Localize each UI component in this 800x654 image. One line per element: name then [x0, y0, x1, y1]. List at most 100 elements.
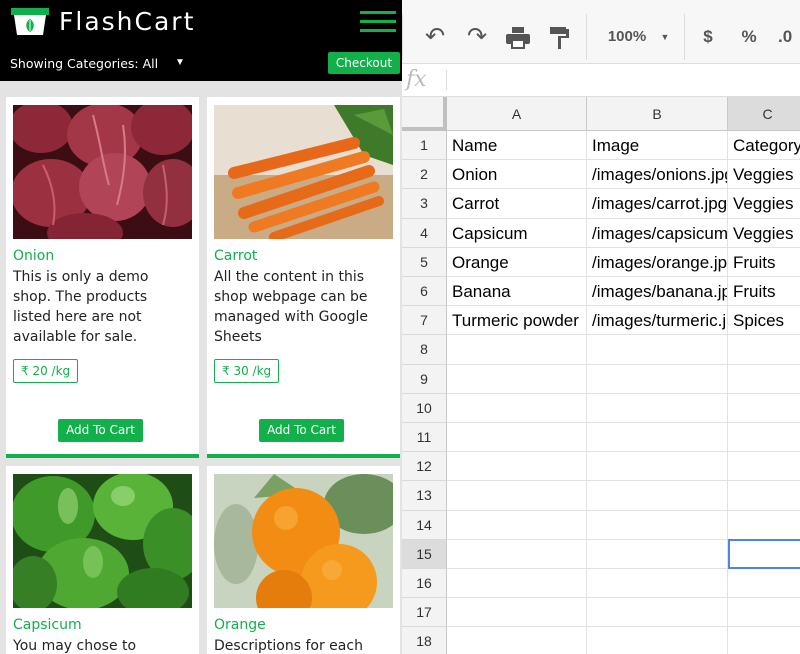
cell-b7[interactable]: /images/turmeric.jpg	[587, 306, 728, 336]
cell-a5[interactable]: Orange	[447, 247, 587, 277]
cell-c4[interactable]: Veggies	[728, 219, 800, 248]
row-header-2[interactable]: 2	[402, 160, 447, 190]
column-header-c[interactable]: C	[728, 97, 800, 131]
cell-b13[interactable]	[587, 481, 728, 511]
dropdown-caret-icon[interactable]: ▼	[175, 57, 185, 69]
row-header-7[interactable]: 7	[402, 306, 447, 336]
print-icon[interactable]	[506, 27, 530, 49]
paint-format-icon[interactable]	[550, 27, 570, 49]
cell-c8[interactable]	[728, 335, 800, 365]
add-to-cart-button[interactable]: Add To Cart	[259, 419, 344, 442]
cell-a13[interactable]	[447, 481, 587, 511]
product-description: This is only a demo shop. The products l…	[13, 269, 149, 345]
row-header-5[interactable]: 5	[402, 247, 447, 277]
cell-a7[interactable]: Turmeric powder	[447, 306, 587, 336]
decimal-format-button[interactable]: .0	[778, 22, 800, 52]
column-header-b[interactable]: B	[587, 97, 728, 131]
cell-a15[interactable]	[447, 539, 587, 569]
row-header-15[interactable]: 15	[402, 539, 447, 569]
currency-format-button[interactable]: $	[698, 22, 718, 52]
shop-header: FlashCart Showing Categories: All ▼ Chec…	[0, 0, 402, 81]
row-header-13[interactable]: 13	[402, 481, 447, 511]
toolbar: ↶ ↷ 100% ▼ $ % .0	[402, 0, 800, 64]
price-badge: ₹ 20 /kg	[13, 359, 79, 383]
row-header-10[interactable]: 10	[402, 393, 447, 423]
cell-a18[interactable]	[447, 627, 587, 654]
cell-b15[interactable]	[587, 539, 728, 569]
cell-c17[interactable]	[728, 598, 800, 628]
cell-a4[interactable]: Capsicum	[447, 218, 587, 248]
cell-a12[interactable]	[447, 452, 587, 482]
cell-c13[interactable]	[728, 481, 800, 511]
row-header-4[interactable]: 4	[402, 218, 447, 248]
add-to-cart-button[interactable]: Add To Cart	[58, 419, 143, 442]
column-header-a[interactable]: A	[447, 97, 587, 131]
select-all-corner[interactable]	[402, 97, 447, 131]
category-select[interactable]: Showing Categories: All	[10, 56, 190, 72]
cell-a1[interactable]: Name	[447, 131, 587, 161]
cell-b4[interactable]: /images/capsicum.jpg	[587, 218, 728, 248]
cell-a2[interactable]: Onion	[447, 160, 587, 190]
cell-a17[interactable]	[447, 598, 587, 628]
percent-format-button[interactable]: %	[738, 22, 760, 52]
cell-b12[interactable]	[587, 452, 728, 482]
zoom-select[interactable]: 100%	[602, 22, 652, 52]
cell-b8[interactable]	[587, 335, 728, 365]
cell-c10[interactable]	[728, 394, 800, 423]
cell-c3[interactable]: Veggies	[728, 189, 800, 219]
cell-c11[interactable]	[728, 423, 800, 453]
cell-b2[interactable]: /images/onions.jpg	[587, 160, 728, 190]
sheet-grid[interactable]: A B C 1 Name Image Category 2 Onion/images/onion…	[402, 97, 800, 654]
row-header-9[interactable]: 9	[402, 364, 447, 394]
row-header-6[interactable]: 6	[402, 277, 447, 307]
cell-a10[interactable]	[447, 393, 587, 423]
cell-b10[interactable]	[587, 393, 728, 423]
spreadsheet-panel: ↶ ↷ 100% ▼ $ % .0 fx A B C 1 Name Image Catego…	[402, 0, 800, 654]
row-header-17[interactable]: 17	[402, 598, 447, 628]
checkout-button[interactable]: Checkout	[328, 52, 400, 74]
cell-c14[interactable]	[728, 511, 800, 540]
cell-c9[interactable]	[728, 365, 800, 394]
fx-icon: fx	[406, 67, 427, 92]
cell-c6[interactable]: Fruits	[728, 277, 800, 307]
cell-c1[interactable]: Category	[728, 131, 800, 161]
cell-a11[interactable]	[447, 423, 587, 453]
row-header-1[interactable]: 1	[402, 131, 447, 161]
zoom-caret-icon[interactable]: ▼	[658, 22, 672, 52]
row-header-12[interactable]: 12	[402, 452, 447, 482]
cell-b14[interactable]	[587, 510, 728, 540]
row-header-18[interactable]: 18	[402, 627, 447, 654]
cell-a9[interactable]	[447, 364, 587, 394]
hamburger-menu-icon[interactable]	[360, 11, 396, 33]
cell-b6[interactable]: /images/banana.jpg	[587, 277, 728, 307]
redo-icon[interactable]: ↷	[462, 22, 492, 52]
cell-c2[interactable]: Veggies	[728, 160, 800, 190]
row-header-11[interactable]: 11	[402, 423, 447, 453]
cell-b1[interactable]: Image	[587, 131, 728, 161]
cell-c16[interactable]	[728, 569, 800, 599]
cell-c12[interactable]	[728, 452, 800, 482]
cell-b9[interactable]	[587, 364, 728, 394]
row-header-14[interactable]: 14	[402, 510, 447, 540]
cell-b11[interactable]	[587, 423, 728, 453]
undo-icon[interactable]: ↶	[420, 22, 450, 52]
cell-a3[interactable]: Carrot	[447, 189, 587, 219]
cell-c18[interactable]	[728, 627, 800, 654]
cell-b5[interactable]: /images/orange.jpg	[587, 247, 728, 277]
cell-c5[interactable]: Fruits	[728, 248, 800, 277]
row-header-3[interactable]: 3	[402, 189, 447, 219]
product-card-capsicum: Capsicum You may chose to	[6, 466, 199, 654]
cell-b3[interactable]: /images/carrot.jpg	[587, 189, 728, 219]
cell-a16[interactable]	[447, 569, 587, 599]
cell-c7[interactable]: Spices	[728, 306, 800, 336]
cell-b17[interactable]	[587, 598, 728, 628]
row-header-16[interactable]: 16	[402, 569, 447, 599]
cell-a14[interactable]	[447, 510, 587, 540]
cell-b16[interactable]	[587, 569, 728, 599]
cart-logo-icon	[11, 8, 49, 35]
cell-a8[interactable]	[447, 335, 587, 365]
orange-image	[214, 474, 393, 608]
cell-a6[interactable]: Banana	[447, 277, 587, 307]
row-header-8[interactable]: 8	[402, 335, 447, 365]
cell-b18[interactable]	[587, 627, 728, 654]
